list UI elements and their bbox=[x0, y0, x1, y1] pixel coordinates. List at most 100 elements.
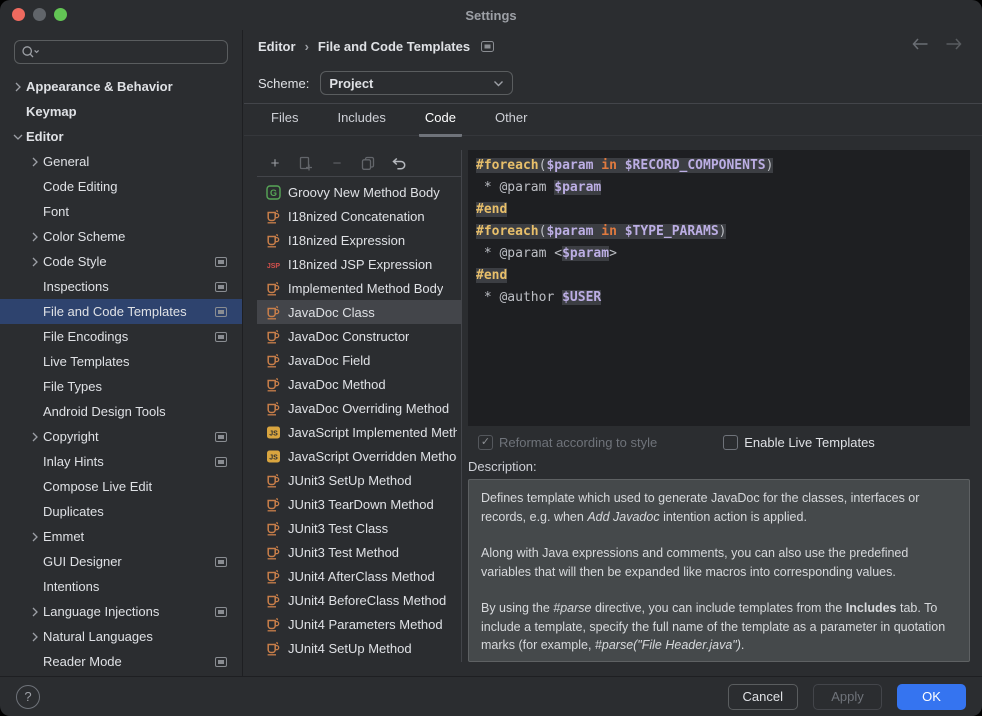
sidebar-item-android-design-tools[interactable]: Android Design Tools bbox=[0, 399, 242, 424]
reset-to-default-button[interactable] bbox=[391, 155, 407, 171]
ok-button[interactable]: OK bbox=[897, 684, 966, 710]
sidebar-item-file-types[interactable]: File Types bbox=[0, 374, 242, 399]
java-file-icon bbox=[266, 521, 281, 536]
template-list-panel: + − GGroovy New Method BodyI18nized Conca… bbox=[257, 150, 462, 662]
chevron-right-icon[interactable] bbox=[27, 631, 43, 643]
sidebar-item-general[interactable]: General bbox=[0, 149, 242, 174]
chevron-right-icon[interactable] bbox=[27, 231, 43, 243]
sidebar-item-label: GUI Designer bbox=[43, 554, 122, 569]
template-item-javadoc-method[interactable]: JavaDoc Method bbox=[257, 372, 461, 396]
sidebar-item-editor[interactable]: Editor bbox=[0, 124, 242, 149]
tab-other[interactable]: Other bbox=[489, 110, 534, 137]
search-input[interactable] bbox=[44, 44, 221, 61]
tab-includes[interactable]: Includes bbox=[331, 110, 391, 137]
add-template-button[interactable]: + bbox=[267, 155, 283, 171]
reformat-checkbox-label: Reformat according to style bbox=[499, 435, 657, 450]
chevron-right-icon[interactable] bbox=[27, 256, 43, 268]
reformat-checkbox[interactable]: ✓ bbox=[478, 435, 493, 450]
sidebar-item-code-style[interactable]: Code Style bbox=[0, 249, 242, 274]
create-child-template-button[interactable] bbox=[298, 155, 314, 171]
template-item-junit4-afterclass-method[interactable]: JUnit4 AfterClass Method bbox=[257, 564, 461, 588]
sidebar-item-label: Emmet bbox=[43, 529, 84, 544]
js-file-icon: JS bbox=[266, 425, 281, 440]
per-project-icon bbox=[481, 41, 494, 52]
sidebar-item-emmet[interactable]: Emmet bbox=[0, 524, 242, 549]
template-item-groovy-new-method-body[interactable]: GGroovy New Method Body bbox=[257, 180, 461, 204]
template-item-junit3-test-method[interactable]: JUnit3 Test Method bbox=[257, 540, 461, 564]
remove-template-button[interactable]: − bbox=[329, 155, 345, 171]
per-project-icon bbox=[215, 332, 227, 342]
template-item-i18nized-concatenation[interactable]: I18nized Concatenation bbox=[257, 204, 461, 228]
code-line: * @param <$param> bbox=[476, 243, 970, 265]
window-title: Settings bbox=[465, 8, 516, 23]
per-project-icon bbox=[215, 282, 227, 292]
template-item-i18nized-expression[interactable]: I18nized Expression bbox=[257, 228, 461, 252]
template-item-javadoc-class[interactable]: JavaDoc Class bbox=[257, 300, 461, 324]
template-item-javadoc-field[interactable]: JavaDoc Field bbox=[257, 348, 461, 372]
close-window-button[interactable] bbox=[12, 8, 25, 21]
template-item-junit3-teardown-method[interactable]: JUnit3 TearDown Method bbox=[257, 492, 461, 516]
template-item-javascript-overridden-methods[interactable]: JSJavaScript Overridden Methods bbox=[257, 444, 461, 468]
sidebar-item-font[interactable]: Font bbox=[0, 199, 242, 224]
sidebar-item-compose-live-edit[interactable]: Compose Live Edit bbox=[0, 474, 242, 499]
template-item-implemented-method-body[interactable]: Implemented Method Body bbox=[257, 276, 461, 300]
template-item-label: JavaDoc Method bbox=[288, 377, 386, 392]
forward-button[interactable] bbox=[945, 38, 962, 50]
sidebar-item-file-encodings[interactable]: File Encodings bbox=[0, 324, 242, 349]
tab-code[interactable]: Code bbox=[419, 110, 462, 137]
copy-template-button[interactable] bbox=[360, 155, 376, 171]
enable-live-templates-checkbox[interactable] bbox=[723, 435, 738, 450]
java-file-icon bbox=[266, 641, 281, 656]
per-project-icon bbox=[215, 432, 227, 442]
sidebar-item-keymap[interactable]: Keymap bbox=[0, 99, 242, 124]
help-button[interactable]: ? bbox=[16, 685, 40, 709]
sidebar-item-language-injections[interactable]: Language Injections bbox=[0, 599, 242, 624]
description-paragraph: By using the #parse directive, you can i… bbox=[481, 599, 957, 655]
template-item-javadoc-overriding-method[interactable]: JavaDoc Overriding Method bbox=[257, 396, 461, 420]
template-item-junit4-beforeclass-method[interactable]: JUnit4 BeforeClass Method bbox=[257, 588, 461, 612]
sidebar-item-file-and-code-templates[interactable]: File and Code Templates bbox=[0, 299, 242, 324]
template-item-junit3-test-class[interactable]: JUnit3 Test Class bbox=[257, 516, 461, 540]
sidebar-item-duplicates[interactable]: Duplicates bbox=[0, 499, 242, 524]
template-item-javadoc-constructor[interactable]: JavaDoc Constructor bbox=[257, 324, 461, 348]
chevron-right-icon[interactable] bbox=[27, 156, 43, 168]
template-item-junit4-setup-method[interactable]: JUnit4 SetUp Method bbox=[257, 636, 461, 660]
sidebar-item-inlay-hints[interactable]: Inlay Hints bbox=[0, 449, 242, 474]
template-item-junit3-setup-method[interactable]: JUnit3 SetUp Method bbox=[257, 468, 461, 492]
tab-files[interactable]: Files bbox=[265, 110, 304, 137]
template-code-editor[interactable]: #foreach($param in $RECORD_COMPONENTS) *… bbox=[468, 150, 970, 426]
sidebar-item-natural-languages[interactable]: Natural Languages bbox=[0, 624, 242, 649]
breadcrumb-editor[interactable]: Editor bbox=[258, 39, 296, 54]
sidebar-item-reader-mode[interactable]: Reader Mode bbox=[0, 649, 242, 674]
zoom-window-button[interactable] bbox=[54, 8, 67, 21]
chevron-right-icon[interactable] bbox=[10, 81, 26, 93]
chevron-right-icon[interactable] bbox=[27, 531, 43, 543]
sidebar-item-label: Color Scheme bbox=[43, 229, 125, 244]
apply-button[interactable]: Apply bbox=[813, 684, 882, 710]
description-paragraph: Defines template which used to generate … bbox=[481, 489, 957, 526]
back-button[interactable] bbox=[912, 38, 929, 50]
sidebar-item-inspections[interactable]: Inspections bbox=[0, 274, 242, 299]
scheme-select[interactable]: Project bbox=[320, 71, 513, 95]
sidebar-item-copyright[interactable]: Copyright bbox=[0, 424, 242, 449]
template-item-label: JUnit4 AfterClass Method bbox=[288, 569, 435, 584]
scheme-value: Project bbox=[329, 76, 487, 91]
java-file-icon bbox=[266, 473, 281, 488]
sidebar-item-color-scheme[interactable]: Color Scheme bbox=[0, 224, 242, 249]
settings-search-field[interactable] bbox=[14, 40, 228, 64]
sidebar-item-intentions[interactable]: Intentions bbox=[0, 574, 242, 599]
sidebar-item-live-templates[interactable]: Live Templates bbox=[0, 349, 242, 374]
chevron-down-icon[interactable] bbox=[10, 133, 26, 141]
minimize-window-button[interactable] bbox=[33, 8, 46, 21]
sidebar-item-code-editing[interactable]: Code Editing bbox=[0, 174, 242, 199]
template-item-junit4-parameters-method[interactable]: JUnit4 Parameters Method bbox=[257, 612, 461, 636]
svg-text:G: G bbox=[270, 188, 277, 198]
chevron-right-icon[interactable] bbox=[27, 606, 43, 618]
sidebar-item-appearance-behavior[interactable]: Appearance & Behavior bbox=[0, 74, 242, 99]
cancel-button[interactable]: Cancel bbox=[728, 684, 798, 710]
template-item-i18nized-jsp-expression[interactable]: JSPI18nized JSP Expression bbox=[257, 252, 461, 276]
java-file-icon bbox=[266, 545, 281, 560]
chevron-right-icon[interactable] bbox=[27, 431, 43, 443]
sidebar-item-gui-designer[interactable]: GUI Designer bbox=[0, 549, 242, 574]
template-item-javascript-implemented-methods[interactable]: JSJavaScript Implemented Methods bbox=[257, 420, 461, 444]
